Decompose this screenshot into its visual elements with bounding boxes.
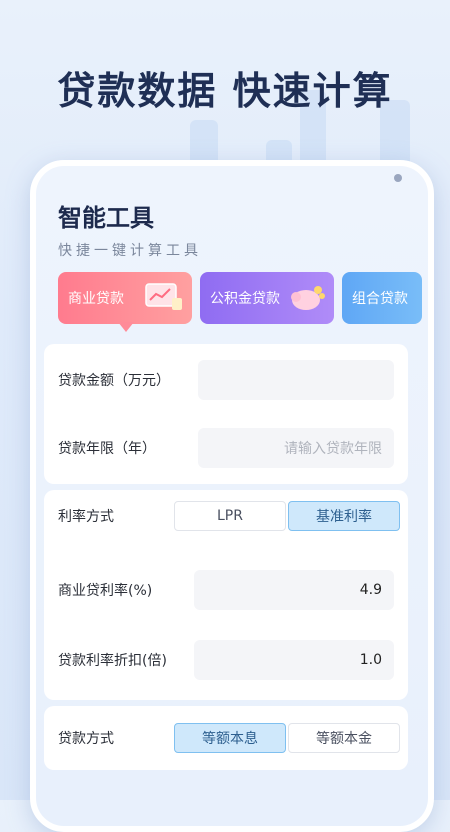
rate-discount-label: 贷款利率折扣(倍) [58,653,167,669]
tab-commercial-loan[interactable]: 商业贷款 [58,272,192,324]
loan-years-label: 贷款年限（年） [58,441,156,457]
equal-installment-option[interactable]: 等额本息 [174,723,286,753]
rate-card: 利率方式 LPR 基准利率 商业贷利率(%) 4.9 贷款利率折扣(倍) 1.0 [44,490,408,700]
phone-frame: 智能工具 快捷一键计算工具 商业贷款 公积金贷款 组合贷款 贷款金额（万元） 贷… [30,160,434,832]
tab-provident-fund-loan[interactable]: 公积金贷款 [200,272,334,324]
tab-label: 公积金贷款 [210,291,280,307]
repayment-method-row: 贷款方式 等额本息 等额本金 [58,718,400,758]
tab-label: 组合贷款 [352,291,408,307]
commercial-rate-input[interactable]: 4.9 [194,570,394,610]
rate-type-benchmark-option[interactable]: 基准利率 [288,501,400,531]
commercial-rate-row: 商业贷利率(%) 4.9 [58,570,394,610]
piggy-bank-icon [291,286,325,310]
tab-pointer [118,322,134,332]
method-card: 贷款方式 等额本息 等额本金 [44,706,408,770]
commercial-rate-label: 商业贷利率(%) [58,583,153,599]
rate-discount-value: 1.0 [359,652,382,668]
loan-years-input[interactable]: 请输入贷款年限 [198,428,394,468]
loan-years-row: 贷款年限（年） 请输入贷款年限 [58,428,394,468]
repayment-method-segmented: 等额本息 等额本金 [174,723,400,753]
commercial-rate-value: 4.9 [359,582,382,598]
tab-combination-loan[interactable]: 组合贷款 [342,272,422,324]
basic-info-card: 贷款金额（万元） 贷款年限（年） 请输入贷款年限 [44,344,408,484]
loan-amount-row: 贷款金额（万元） [58,360,394,400]
camera-dot [394,174,402,182]
loan-amount-label: 贷款金额（万元） [58,373,170,389]
tools-title: 智能工具 [58,204,154,232]
phone-screen: 智能工具 快捷一键计算工具 商业贷款 公积金贷款 组合贷款 贷款金额（万元） 贷… [36,166,428,826]
loan-amount-input[interactable] [198,360,394,400]
rate-discount-row: 贷款利率折扣(倍) 1.0 [58,640,394,680]
headline: 贷款数据 快速计算 [57,69,393,113]
rate-type-segmented: LPR 基准利率 [174,501,400,531]
rate-type-row: 利率方式 LPR 基准利率 [58,496,400,536]
tab-label: 商业贷款 [68,291,124,307]
loan-years-placeholder: 请输入贷款年限 [284,441,382,457]
loan-type-tabs: 商业贷款 公积金贷款 组合贷款 [58,272,428,332]
tools-subtitle: 快捷一键计算工具 [58,243,202,259]
rate-type-lpr-option[interactable]: LPR [174,501,286,531]
chart-board-icon [145,283,182,310]
equal-principal-option[interactable]: 等额本金 [288,723,400,753]
rate-discount-input[interactable]: 1.0 [194,640,394,680]
